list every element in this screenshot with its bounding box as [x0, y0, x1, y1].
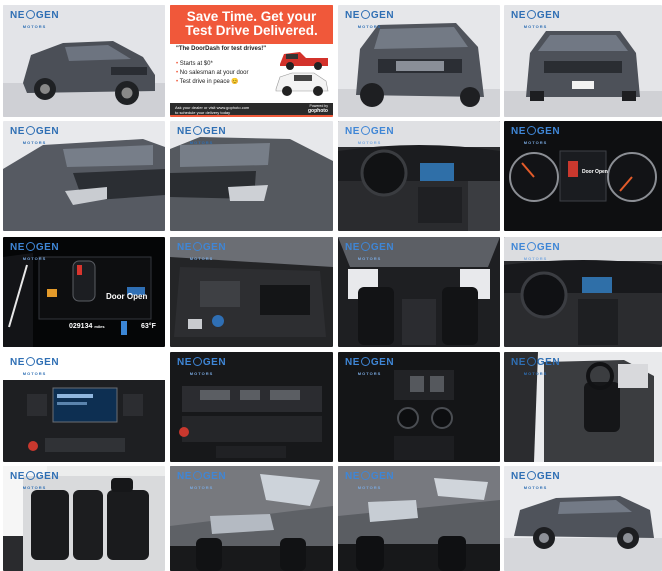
door-open-text: Door Open: [106, 292, 148, 301]
logo-x-icon: [526, 357, 536, 366]
gallery-photo-instrument-cluster[interactable]: Door Open NE GEN MOTORS: [504, 121, 662, 231]
dealer-logo: NE GEN MOTORS: [10, 10, 60, 29]
logo-x-icon: [360, 471, 370, 480]
ad-footer: Ask your dealer or visit www.gophoto.com…: [170, 103, 333, 115]
gallery-photo-center-console[interactable]: NE GEN MOTORS: [338, 352, 500, 462]
gallery-photo-headlight-right[interactable]: NE GEN MOTORS: [170, 121, 333, 231]
logo-x-icon: [360, 126, 370, 135]
gallery-photo-exterior-front-three-quarter[interactable]: NE GEN MOTORS: [3, 5, 165, 117]
logo-x-icon: [25, 471, 35, 480]
logo-x-icon: [360, 242, 370, 251]
logo-x-icon: [360, 10, 370, 19]
logo-x-icon: [526, 471, 536, 480]
gallery-photo-exterior-side[interactable]: NE GEN MOTORS: [504, 466, 662, 571]
logo-x-icon: [526, 126, 536, 135]
logo-x-icon: [526, 10, 536, 19]
logo-x-icon: [526, 242, 536, 251]
logo-x-icon: [25, 126, 35, 135]
white-suv-image: [275, 72, 329, 96]
gallery-photo-engine-bay[interactable]: NE GEN MOTORS: [170, 237, 333, 347]
gallery-photo-exterior-front-angle[interactable]: NE GEN MOTORS: [338, 5, 500, 117]
outside-temp-readout: 63°F: [141, 323, 156, 330]
logo-x-icon: [192, 357, 202, 366]
ad-bullets: Starts at $0* No salesman at your door T…: [176, 60, 249, 87]
gallery-photo-rear-cabin-view[interactable]: NE GEN MOTORS: [338, 237, 500, 347]
gallery-photo-cockpit-view[interactable]: NE GEN MOTORS: [504, 237, 662, 347]
logo-x-icon: [25, 242, 35, 251]
gallery-photo-cluster-detail[interactable]: Door Open 029134 miles 63°F NE GEN MOTORS: [3, 237, 165, 347]
gallery-photo-exterior-front[interactable]: NE GEN MOTORS: [504, 5, 662, 117]
logo-x-icon: [192, 242, 202, 251]
logo-x-icon: [25, 10, 35, 19]
gallery-photo-infotainment-screen[interactable]: NE GEN MOTORS: [3, 352, 165, 462]
gallery-photo-headlight-left[interactable]: NE GEN MOTORS: [3, 121, 165, 231]
gallery-photo-climate-controls[interactable]: NE GEN MOTORS: [170, 352, 333, 462]
logo-x-icon: [25, 357, 35, 366]
small-door-open-text: Door Open: [582, 169, 608, 175]
gallery-photo-dashboard-overview[interactable]: NE GEN MOTORS: [338, 121, 500, 231]
ad-headline: Save Time. Get your Test Drive Delivered…: [170, 5, 333, 44]
ad-quote: "The DoorDash for test drives!": [176, 46, 267, 52]
photo-gallery-grid: NE GEN MOTORS Save Time. Get your Test Dri…: [0, 0, 662, 571]
gallery-test-drive-ad[interactable]: Save Time. Get your Test Drive Delivered…: [170, 5, 333, 117]
odometer-readout: 029134 miles: [69, 323, 105, 330]
logo-x-icon: [192, 126, 202, 135]
gallery-photo-front-seats-door-open[interactable]: NE GEN MOTORS: [504, 352, 662, 462]
logo-x-icon: [192, 471, 202, 480]
gallery-photo-sunroof-1[interactable]: NE GEN MOTORS: [170, 466, 333, 571]
gallery-photo-rear-seats[interactable]: NE GEN MOTORS: [3, 466, 165, 571]
gallery-photo-sunroof-2[interactable]: NE GEN MOTORS: [338, 466, 500, 571]
logo-x-icon: [360, 357, 370, 366]
